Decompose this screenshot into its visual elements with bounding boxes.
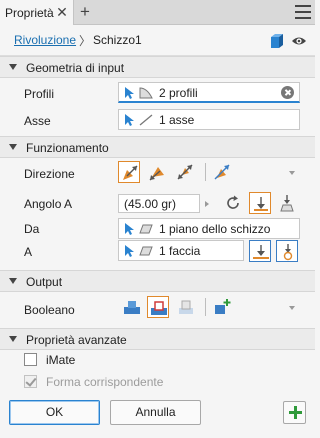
minimum-solution-button[interactable] — [276, 240, 298, 262]
collapse-caret-icon — [9, 278, 17, 284]
cube-icon[interactable] — [268, 33, 285, 49]
collapse-caret-icon — [9, 144, 17, 150]
new-solid-icon — [215, 299, 231, 314]
tab-bar: Proprietà ✕ + — [0, 0, 315, 25]
clear-icon[interactable] — [281, 86, 294, 99]
profiles-selector[interactable]: 2 profili — [118, 82, 300, 103]
to-label: A — [24, 245, 33, 259]
direction-flipped-icon — [149, 167, 164, 181]
to-value: 1 faccia — [159, 244, 201, 258]
eye-icon[interactable] — [291, 35, 307, 47]
axis-selector[interactable]: 1 asse — [118, 109, 300, 130]
direction-symmetric-button[interactable] — [174, 161, 196, 183]
axis-value: 1 asse — [159, 113, 195, 127]
cancel-button[interactable]: Annulla — [110, 400, 201, 425]
angle-value: (45.00 gr) — [124, 197, 177, 211]
imate-checkbox[interactable] — [24, 353, 37, 366]
select-arrow-icon — [125, 87, 134, 99]
extend-face-icon — [253, 245, 269, 259]
section-title: Proprietà avanzate — [26, 333, 127, 347]
match-shape-checkbox[interactable] — [24, 375, 37, 388]
collapse-caret-icon — [9, 64, 17, 70]
profiles-label: Profili — [24, 87, 55, 101]
to-next-button[interactable] — [276, 192, 298, 214]
imate-label: iMate — [46, 353, 76, 367]
from-value: 1 piano dello schizzo — [159, 222, 271, 236]
dropdown-caret-icon[interactable] — [289, 171, 295, 175]
section-input-geometry[interactable]: Geometria di input — [0, 56, 315, 78]
intersect-button[interactable] — [175, 296, 197, 318]
menu-icon[interactable] — [295, 5, 311, 19]
minimum-solution-icon — [283, 244, 293, 261]
full-revolution-button[interactable] — [222, 192, 244, 214]
expand-arrow-icon[interactable] — [205, 201, 209, 207]
section-behavior[interactable]: Funzionamento — [0, 136, 315, 158]
separator — [205, 163, 206, 181]
dropdown-caret-icon[interactable] — [289, 306, 295, 310]
select-arrow-icon — [125, 245, 134, 257]
face-icon — [139, 246, 153, 256]
direction-asymmetric-button[interactable] — [211, 161, 233, 183]
section-title: Funzionamento — [26, 141, 109, 155]
from-label: Da — [24, 222, 40, 236]
select-arrow-icon — [125, 223, 134, 235]
separator — [205, 298, 206, 316]
to-plane-icon — [254, 197, 268, 211]
angle-mode-button[interactable] — [249, 192, 271, 214]
angle-input[interactable]: (45.00 gr) — [118, 194, 200, 213]
tab-label: Proprietà — [5, 5, 54, 20]
close-icon[interactable]: ✕ — [55, 5, 69, 19]
breadcrumb-link-revolve[interactable]: Rivoluzione — [14, 33, 76, 47]
add-icon[interactable] — [283, 401, 306, 424]
add-icon[interactable]: + — [78, 3, 92, 20]
section-output[interactable]: Output — [0, 270, 315, 292]
direction-default-button[interactable] — [118, 161, 140, 183]
section-title: Geometria di input — [26, 61, 125, 75]
direction-flipped-button[interactable] — [146, 161, 168, 183]
direction-asymmetric-icon — [214, 164, 230, 180]
cut-icon — [151, 301, 167, 315]
ok-button[interactable]: OK — [9, 400, 100, 425]
section-advanced[interactable]: Proprietà avanzate — [0, 328, 315, 350]
new-solid-button[interactable] — [211, 296, 233, 318]
breadcrumb: Rivoluzione 〉 Schizzo1 — [0, 26, 315, 56]
rotate-icon — [227, 195, 239, 209]
direction-symmetric-icon — [177, 164, 193, 180]
angle-label: Angolo A — [24, 197, 73, 211]
to-selector[interactable]: 1 faccia — [118, 240, 244, 261]
profile-icon — [139, 87, 153, 99]
axis-label: Asse — [24, 114, 51, 128]
to-next-icon — [280, 195, 294, 212]
select-arrow-icon — [125, 114, 134, 126]
from-selector[interactable]: 1 piano dello schizzo — [118, 218, 300, 239]
extend-face-button[interactable] — [249, 240, 271, 262]
direction-default-icon — [123, 165, 138, 180]
axis-icon — [139, 114, 153, 126]
cut-button[interactable] — [147, 296, 169, 318]
boolean-label: Booleano — [24, 303, 75, 317]
match-shape-label: Forma corrispondente — [46, 375, 164, 389]
collapse-caret-icon — [9, 336, 17, 342]
join-button[interactable] — [121, 296, 143, 318]
direction-label: Direzione — [24, 167, 75, 181]
section-title: Output — [26, 275, 63, 289]
plane-icon — [139, 224, 153, 234]
profiles-value: 2 profili — [159, 86, 198, 100]
breadcrumb-separator: 〉 — [79, 34, 92, 48]
breadcrumb-current: Schizzo1 — [93, 33, 142, 47]
join-icon — [124, 301, 140, 314]
intersect-icon — [179, 300, 193, 314]
